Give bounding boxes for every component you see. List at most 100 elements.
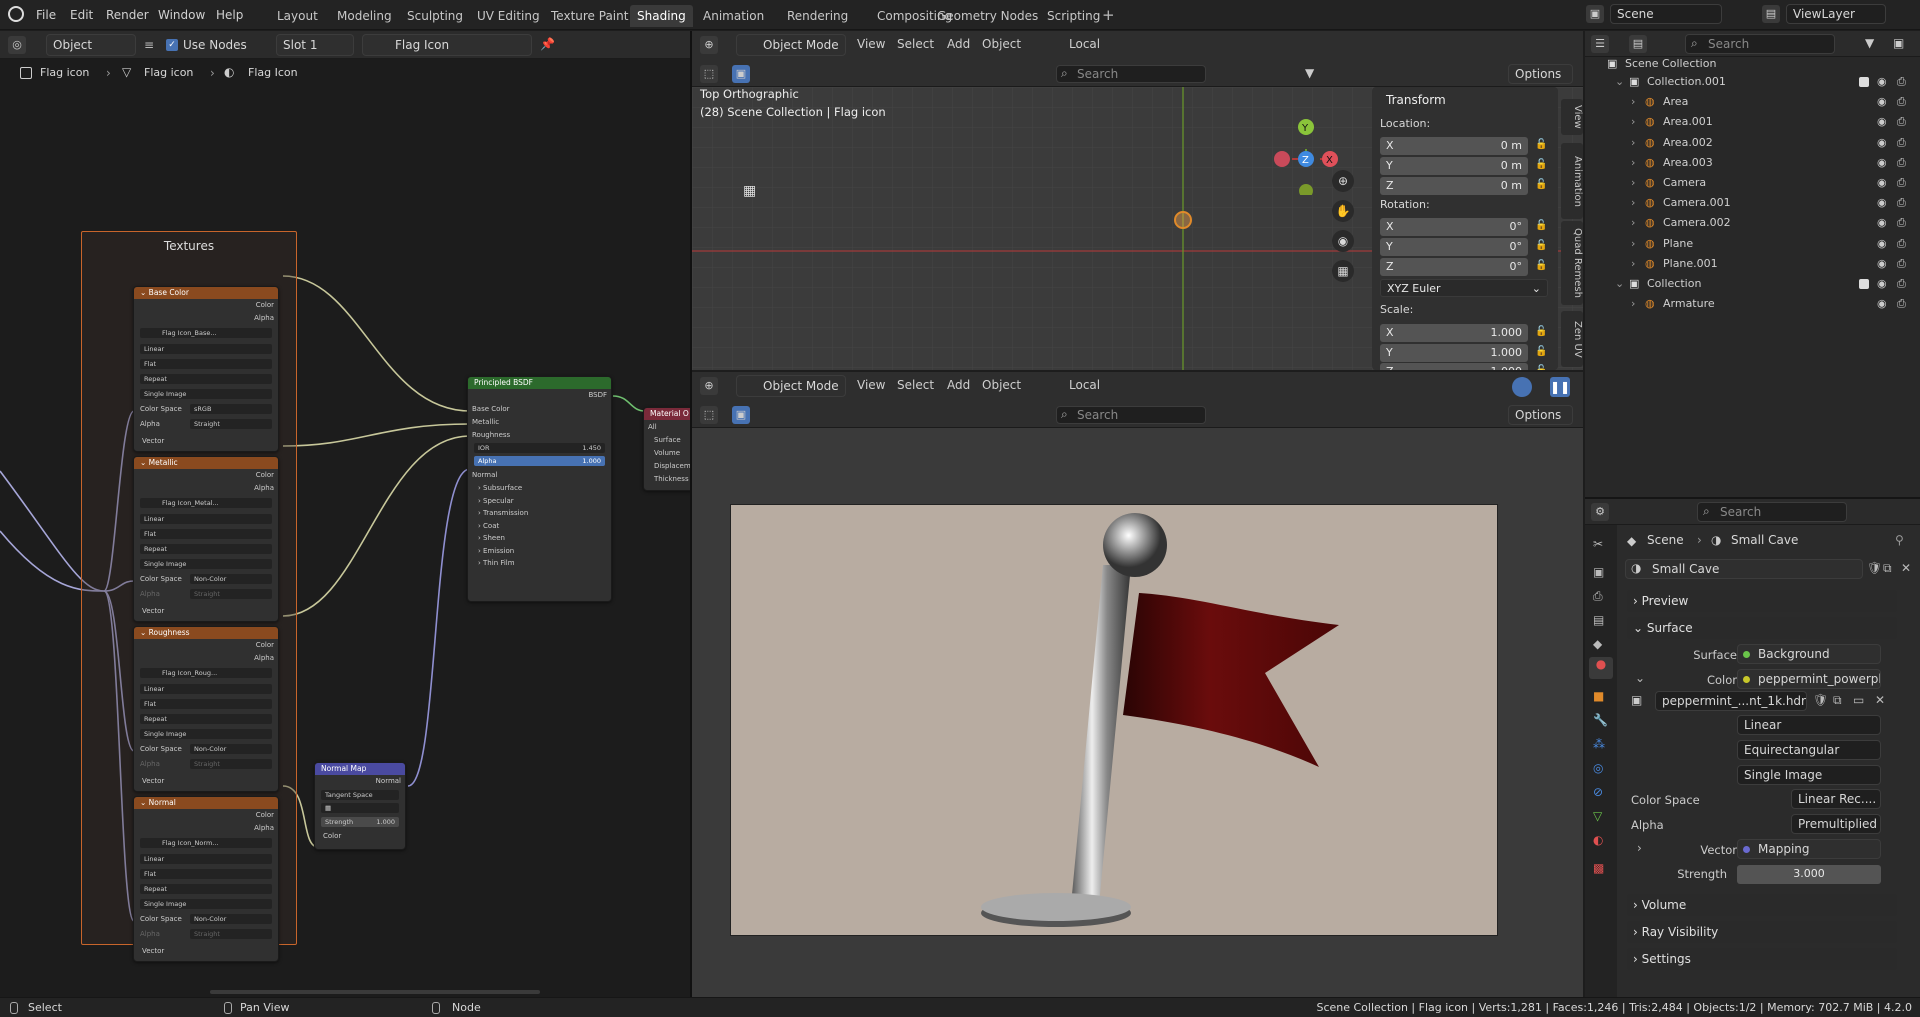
bsdf-panel-sheen[interactable]: › Sheen xyxy=(478,533,607,543)
visibility-eye-icon[interactable]: ◉ xyxy=(1877,93,1887,111)
interpolation-select[interactable]: Linear xyxy=(1737,715,1881,735)
outliner-item[interactable]: › ◍ Plane.001 ◉ ⎙ xyxy=(1585,255,1920,273)
chevron-right-icon[interactable]: › xyxy=(1631,93,1635,111)
strength-field[interactable]: Strength 1.000 xyxy=(321,817,399,827)
render-camera-icon[interactable]: ⎙ xyxy=(1897,194,1906,212)
visibility-eye-icon[interactable]: ◉ xyxy=(1877,113,1887,131)
checkbox-icon[interactable] xyxy=(1859,77,1869,87)
source-select[interactable]: Single Image xyxy=(140,559,272,569)
tab-shading[interactable]: Shading xyxy=(630,5,693,27)
ray-visibility-section[interactable]: › Ray Visibility xyxy=(1627,921,1897,943)
duplicate-icon[interactable]: ⧉ xyxy=(1883,561,1892,576)
transform-title[interactable]: Transform xyxy=(1386,93,1446,107)
select-tool-icon[interactable]: ⬚ xyxy=(700,406,718,424)
checkbox-icon[interactable] xyxy=(1859,279,1869,289)
outliner-item[interactable]: ⌄ ▣ Collection ◉ ⎙ xyxy=(1585,275,1920,293)
unlink-icon[interactable]: ✕ xyxy=(1901,561,1911,575)
node-editor[interactable]: ◎ Object ≡ ✓ Use Nodes Slot 1 Flag Icon … xyxy=(0,31,690,997)
search-input[interactable]: Search xyxy=(1056,65,1206,83)
pan-hand-icon[interactable]: ✋ xyxy=(1332,200,1354,222)
extension-select[interactable]: Repeat xyxy=(140,544,272,554)
outliner-item[interactable]: › ◍ Camera ◉ ⎙ xyxy=(1585,174,1920,192)
outliner-item[interactable]: › ◍ Area.002 ◉ ⎙ xyxy=(1585,134,1920,152)
projection-select[interactable]: Flat xyxy=(140,529,272,539)
orientation-select[interactable]: Local xyxy=(1069,375,1100,395)
blender-logo-icon[interactable] xyxy=(8,6,24,22)
image-texture-node[interactable]: ⌄ Normal Color Alpha Flag Icon_Norm... L… xyxy=(133,796,279,962)
alpha-mode-select[interactable]: Straight xyxy=(190,419,272,429)
viewport-bottom[interactable]: ⊕ Object Mode View Select Add Object Loc… xyxy=(692,372,1583,997)
projection-select[interactable]: Equirectangular xyxy=(1737,740,1881,760)
projection-select[interactable]: Flat xyxy=(140,869,272,879)
target-select[interactable]: All xyxy=(648,422,690,432)
menu-add[interactable]: Add xyxy=(947,34,970,54)
interpolation-select[interactable]: Linear xyxy=(140,684,272,694)
vector-node-select[interactable]: Mapping xyxy=(1737,839,1881,859)
options-button[interactable]: Options xyxy=(1508,405,1573,425)
outliner-root[interactable]: ▣ Scene Collection xyxy=(1585,55,1920,73)
render-camera-icon[interactable]: ⎙ xyxy=(1897,113,1906,131)
render-camera-icon[interactable]: ⎙ xyxy=(1897,174,1906,192)
pause-render-icon[interactable]: ❚❚ xyxy=(1550,377,1570,397)
colorspace-select[interactable]: Non-Color xyxy=(190,744,272,754)
menu-view[interactable]: View xyxy=(857,375,885,395)
visibility-eye-icon[interactable]: ◉ xyxy=(1877,214,1887,232)
view-layer-icon[interactable]: ▤ xyxy=(1762,5,1780,23)
menu-render[interactable]: Render xyxy=(100,5,155,25)
render-camera-icon[interactable]: ⎙ xyxy=(1897,275,1906,293)
camera-object-icon[interactable]: ▦ xyxy=(743,183,756,199)
sidebar-tab-animation[interactable]: Animation xyxy=(1561,143,1583,219)
sidebar-tab-view[interactable]: View xyxy=(1561,99,1583,135)
normal-map-node[interactable]: Normal Map Normal Tangent Space ▦ Streng… xyxy=(314,762,406,850)
editor-type-icon[interactable]: ⊕ xyxy=(700,377,718,395)
menu-object[interactable]: Object xyxy=(982,34,1021,54)
particles-tab-icon[interactable]: ⁂ xyxy=(1593,737,1605,751)
euler-select[interactable]: XYZ Euler ⌄ xyxy=(1380,279,1548,297)
unlink-icon[interactable]: ✕ xyxy=(1875,693,1885,707)
bsdf-panel-emission[interactable]: › Emission xyxy=(478,546,607,556)
transform-ly-field[interactable]: Y0 m xyxy=(1380,157,1528,175)
menu-file[interactable]: File xyxy=(30,5,62,25)
visibility-eye-icon[interactable]: ◉ xyxy=(1877,295,1887,313)
extension-select[interactable]: Repeat xyxy=(140,714,272,724)
render-camera-icon[interactable]: ⎙ xyxy=(1897,93,1906,111)
duplicate-icon[interactable]: ⧉ xyxy=(1833,693,1842,708)
material-tab-icon[interactable]: ◐ xyxy=(1593,833,1603,847)
render-camera-icon[interactable]: ⎙ xyxy=(1897,154,1906,172)
chevron-down-icon[interactable]: ⌄ xyxy=(1615,275,1624,293)
outliner-item[interactable]: › ◍ Area ◉ ⎙ xyxy=(1585,93,1920,111)
image-select[interactable]: Flag Icon_Metal... xyxy=(140,498,272,508)
outliner-item[interactable]: › ◍ Camera.001 ◉ ⎙ xyxy=(1585,194,1920,212)
menu-help[interactable]: Help xyxy=(210,5,249,25)
chevron-right-icon[interactable]: › xyxy=(1631,194,1635,212)
transform-rz-field[interactable]: Z 0° xyxy=(1380,258,1528,276)
image-select[interactable]: Flag Icon_Roug... xyxy=(140,668,272,678)
sidebar-tab-quad-remesh[interactable]: Quad Remesh xyxy=(1561,221,1583,305)
modifier-tab-icon[interactable]: 🔧 xyxy=(1593,713,1608,727)
lock-icon[interactable]: 🔓 xyxy=(1535,179,1547,190)
bsdf-panel-transmission[interactable]: › Transmission xyxy=(478,508,607,518)
space-select[interactable]: Tangent Space xyxy=(321,790,399,800)
shading-rendered-icon[interactable] xyxy=(1512,377,1532,397)
physics-tab-icon[interactable]: ◎ xyxy=(1593,761,1603,775)
editor-type-icon[interactable]: ⊕ xyxy=(700,36,718,54)
constraints-tab-icon[interactable]: ⊘ xyxy=(1593,785,1603,799)
tab-texture-paint[interactable]: Texture Paint xyxy=(544,5,635,27)
alpha-mode-select[interactable]: Straight xyxy=(190,759,272,769)
transform-sz-field[interactable]: Z1.000 xyxy=(1380,363,1528,370)
visibility-eye-icon[interactable]: ◉ xyxy=(1877,73,1887,91)
alpha-mode-select[interactable]: Straight xyxy=(190,929,272,939)
world-selector[interactable]: Small Cave xyxy=(1625,559,1863,579)
image-texture-node[interactable]: ⌄ Roughness Color Alpha Flag Icon_Roug..… xyxy=(133,626,279,792)
chevron-right-icon[interactable]: › xyxy=(1631,214,1635,232)
menu-add[interactable]: Add xyxy=(947,375,970,395)
bsdf-panel-specular[interactable]: › Specular xyxy=(478,496,607,506)
texture-tab-icon[interactable]: ▩ xyxy=(1593,861,1604,875)
viewport-top[interactable]: ⊕ Object Mode View Select Add Object Loc… xyxy=(692,31,1583,370)
data-tab-icon[interactable]: ▽ xyxy=(1593,809,1602,823)
orientation-select[interactable]: Local xyxy=(1069,34,1100,54)
source-select[interactable]: Single Image xyxy=(140,729,272,739)
outliner-search[interactable]: Search xyxy=(1685,34,1835,54)
outliner-item[interactable]: › ◍ Area.003 ◉ ⎙ xyxy=(1585,154,1920,172)
tab-modeling[interactable]: Modeling xyxy=(330,5,399,27)
